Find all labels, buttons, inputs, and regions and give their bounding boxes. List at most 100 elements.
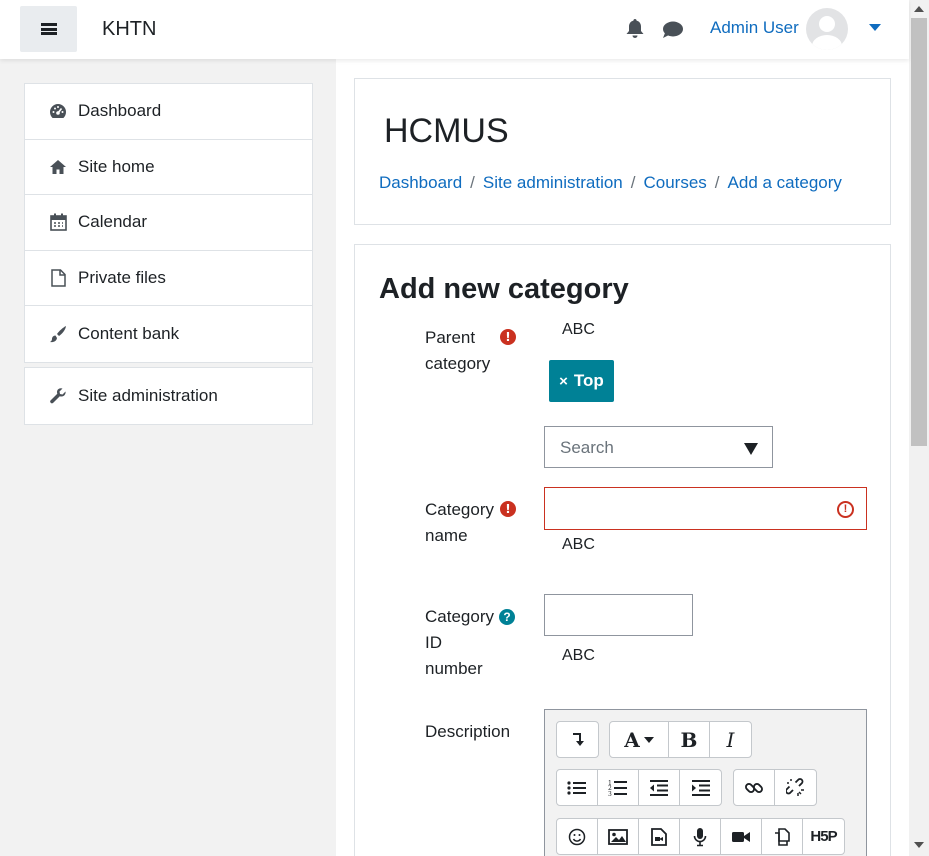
link-icon [745, 782, 763, 793]
breadcrumb-separator: / [630, 173, 636, 192]
unlink-icon [785, 777, 804, 796]
media-file-icon [651, 827, 667, 846]
category-name-input[interactable]: ! [544, 487, 867, 530]
drawer-item-site-home[interactable]: Site home [25, 140, 312, 195]
indent-icon [691, 779, 710, 796]
breadcrumb-link-add-a-category[interactable]: Add a category [728, 173, 842, 192]
remove-tag-icon[interactable]: × [559, 373, 568, 390]
page-header-card: HCMUS Dashboard / Site administration / Cour… [354, 78, 891, 225]
ordered-list-button[interactable]: 123 [598, 770, 639, 805]
toolbar-group-style: A B I [609, 721, 752, 758]
wrench-icon [49, 387, 67, 405]
file-icon [49, 269, 67, 287]
toolbar-group-collapse [556, 721, 599, 758]
italic-icon: I [726, 727, 735, 752]
category-id-input[interactable] [544, 594, 693, 636]
paintbrush-icon [49, 325, 67, 343]
insert-media-button[interactable] [639, 819, 680, 854]
selected-parent-tag-label: Top [573, 371, 604, 390]
user-avatar-icon [812, 16, 842, 50]
drawer-item-private-files[interactable]: Private files [25, 251, 312, 306]
avatar[interactable] [806, 8, 848, 50]
record-video-button[interactable] [721, 819, 762, 854]
drawer-admin-group: Site administration [24, 367, 313, 425]
category-id-note: ABC [562, 647, 595, 664]
parent-category-note: ABC [562, 321, 595, 338]
bold-button[interactable]: B [669, 722, 710, 757]
home-icon [49, 158, 67, 176]
drawer-item-label: Content bank [78, 323, 180, 343]
drawer-item-label: Dashboard [78, 101, 162, 121]
expand-toolbar-icon [572, 732, 584, 746]
breadcrumb-link-courses[interactable]: Courses [643, 173, 706, 192]
drawer-item-label: Calendar [78, 212, 147, 232]
hamburger-icon [40, 23, 57, 35]
outdent-button[interactable] [639, 770, 680, 805]
h5p-icon: H5P [810, 828, 837, 845]
svg-text:3: 3 [608, 791, 612, 797]
drawer-toggle-button[interactable] [20, 6, 77, 52]
indent-button[interactable] [680, 770, 721, 805]
copy-files-icon [775, 827, 790, 846]
page-scrollbar[interactable] [909, 0, 929, 856]
bell-icon[interactable] [626, 19, 644, 39]
toolbar-group-lists: 123 [556, 769, 722, 806]
scroll-thumb[interactable] [911, 18, 927, 446]
drawer-item-label: Site home [78, 156, 155, 176]
insert-image-button[interactable] [598, 819, 639, 854]
breadcrumb-link-dashboard[interactable]: Dashboard [379, 173, 462, 192]
scroll-down-arrow-icon[interactable] [914, 842, 924, 848]
insert-h5p-button[interactable]: H5P [803, 819, 844, 854]
microphone-icon [693, 827, 707, 846]
calendar-icon [49, 213, 67, 232]
description-editor[interactable]: A B I 123 H5P [544, 709, 867, 856]
scroll-up-arrow-icon[interactable] [914, 6, 924, 12]
description-label: Description [425, 722, 511, 741]
emoticon-button[interactable] [557, 819, 598, 854]
italic-button[interactable]: I [710, 722, 751, 757]
parent-category-search[interactable]: Search [544, 426, 773, 468]
required-icon: ! [500, 501, 516, 517]
drawer-item-dashboard[interactable]: Dashboard [25, 84, 312, 140]
dropdown-caret-icon[interactable] [744, 443, 758, 455]
category-name-note: ABC [562, 536, 595, 553]
breadcrumb-link-site-administration[interactable]: Site administration [483, 173, 623, 192]
parent-category-label: Parent category [425, 328, 491, 373]
bold-icon: B [680, 727, 698, 752]
parent-category-search-placeholder: Search [560, 438, 614, 457]
image-icon [608, 828, 628, 845]
error-icon: ! [837, 501, 854, 518]
outdent-icon [650, 779, 668, 796]
font-style-icon: A [624, 727, 640, 752]
category-id-label: Category ID number [425, 607, 494, 678]
form-title: Add new category [379, 273, 629, 305]
top-navbar: KHTN Admin User [0, 0, 909, 59]
help-icon[interactable]: ? [499, 609, 515, 625]
manage-files-button[interactable] [762, 819, 803, 854]
breadcrumb-separator: / [470, 173, 475, 192]
video-camera-icon [732, 831, 750, 842]
drawer-nav-group: Dashboard Site home Calendar Private fil… [24, 83, 313, 363]
page-title: HCMUS [384, 112, 509, 150]
drawer-item-label: Site administration [78, 385, 218, 405]
drawer-item-calendar[interactable]: Calendar [25, 195, 312, 251]
form-card: Add new category Parent category ! ABC ×… [354, 244, 891, 856]
site-name[interactable]: KHTN [102, 18, 156, 41]
show-more-buttons-button[interactable] [557, 722, 598, 757]
drawer-item-content-bank[interactable]: Content bank [25, 306, 312, 362]
paragraph-styles-button[interactable]: A [610, 722, 669, 757]
chat-icon[interactable] [662, 21, 684, 39]
selected-parent-tag[interactable]: × Top [549, 360, 614, 402]
user-menu-caret-icon[interactable] [869, 24, 881, 31]
breadcrumb-separator: / [714, 173, 720, 192]
drawer-item-site-administration[interactable]: Site administration [25, 368, 312, 424]
chevron-down-icon [643, 736, 654, 743]
category-name-label: Category name [425, 500, 494, 545]
drawer-item-label: Private files [78, 267, 166, 287]
record-audio-button[interactable] [680, 819, 721, 854]
unlink-button[interactable] [775, 770, 816, 805]
breadcrumb: Dashboard / Site administration / Courses / Ad… [379, 173, 842, 193]
unordered-list-button[interactable] [557, 770, 598, 805]
user-menu-name[interactable]: Admin User [710, 18, 799, 38]
link-button[interactable] [734, 770, 775, 805]
